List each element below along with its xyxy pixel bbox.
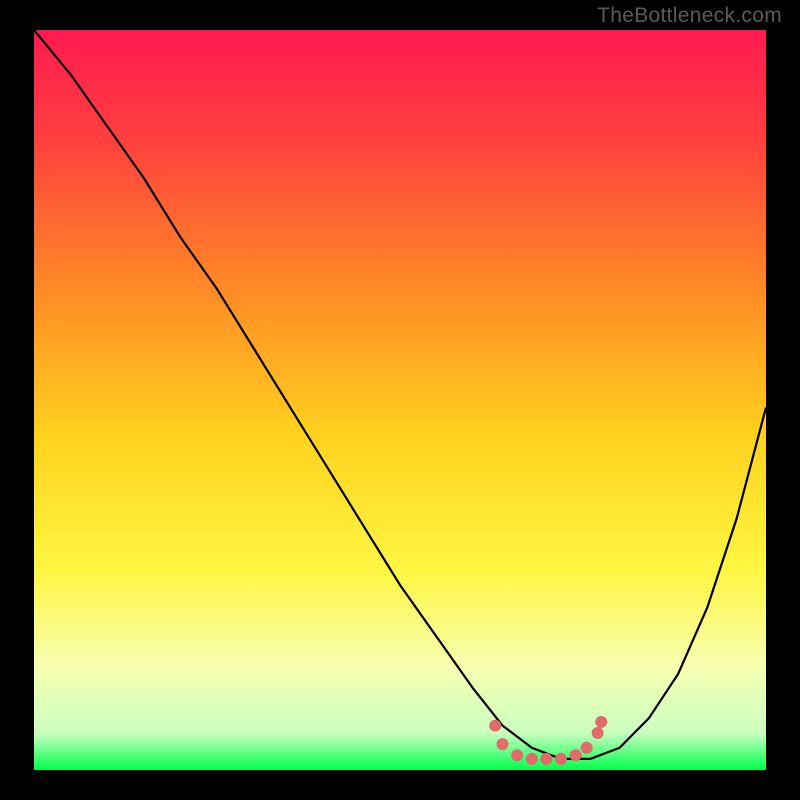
marker-dot (570, 749, 582, 761)
marker-dot (555, 753, 567, 765)
marker-dot (489, 720, 501, 732)
marker-dot (540, 753, 552, 765)
marker-dot (497, 738, 509, 750)
bottleneck-chart (0, 0, 800, 800)
marker-dot (592, 727, 604, 739)
marker-dot (595, 716, 607, 728)
marker-dot (526, 753, 538, 765)
marker-dot (581, 742, 593, 754)
marker-dot (511, 749, 523, 761)
plot-background (34, 30, 766, 770)
chart-container: TheBottleneck.com (0, 0, 800, 800)
